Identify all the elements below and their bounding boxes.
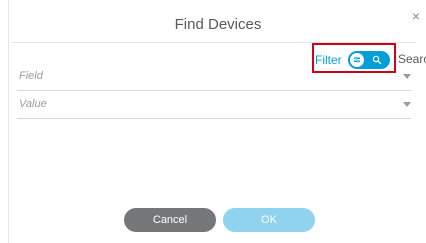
chevron-down-icon [403, 102, 411, 107]
value-select[interactable]: Value [17, 90, 411, 119]
value-placeholder: Value [19, 98, 47, 110]
find-devices-dialog: Find Devices × Filter Search Field V [8, 0, 426, 243]
chevron-down-icon [403, 74, 411, 79]
cancel-button[interactable]: Cancel [124, 208, 216, 232]
close-icon[interactable]: × [409, 9, 423, 23]
ok-button[interactable]: OK [223, 208, 315, 232]
field-select[interactable]: Field [17, 62, 411, 91]
field-placeholder: Field [19, 70, 43, 82]
dialog-title: Find Devices [174, 16, 262, 33]
